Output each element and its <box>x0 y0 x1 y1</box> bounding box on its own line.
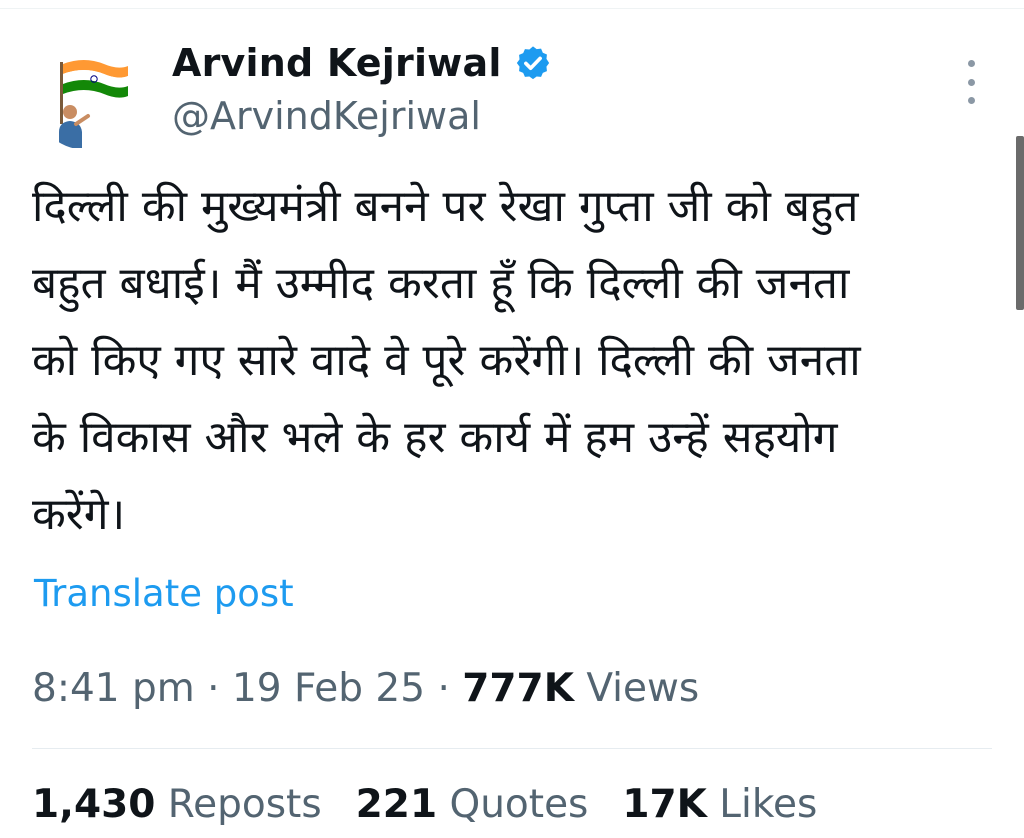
more-vertical-icon <box>967 60 975 67</box>
likes-label: Likes <box>719 782 818 827</box>
quotes-stat[interactable]: 221 Quotes <box>356 782 589 827</box>
verified-badge-icon[interactable] <box>514 44 552 82</box>
author-name-row: Arvind Kejriwal <box>172 38 552 88</box>
meta-separator: · <box>207 666 220 711</box>
post-text: दिल्ली की मुख्यमंत्री बनने पर रेखा गुप्त… <box>32 168 992 553</box>
author-display-name[interactable]: Arvind Kejriwal <box>172 41 502 85</box>
likes-count: 17K <box>622 782 707 827</box>
meta-separator: · <box>437 666 450 711</box>
more-vertical-icon-dot <box>967 97 975 104</box>
translate-post-link[interactable]: Translate post <box>34 572 294 615</box>
post-text-line: दिल्ली की मुख्यमंत्री बनने पर रेखा गुप्त… <box>32 181 859 232</box>
post-time[interactable]: 8:41 pm <box>32 666 195 711</box>
scrollbar[interactable] <box>1016 136 1024 310</box>
post-text-line: के विकास और भले के हर कार्य में हम उन्हे… <box>32 412 838 463</box>
post-date[interactable]: 19 Feb 25 <box>232 666 425 711</box>
author-handle[interactable]: @ArvindKejriwal <box>172 94 481 138</box>
post-text-line: करेंगे। <box>32 489 126 540</box>
likes-stat[interactable]: 17K Likes <box>622 782 817 827</box>
post-text-line: को किए गए सारे वादे वे पूरे करेंगी। दिल्… <box>32 335 861 386</box>
avatar-image <box>59 60 128 148</box>
quotes-count: 221 <box>355 782 438 827</box>
views-label: Views <box>586 666 700 711</box>
views-count: 777K <box>462 666 574 711</box>
stats-divider <box>32 748 992 749</box>
engagement-stats: 1,430 Reposts 221 Quotes 17K Likes <box>32 782 817 827</box>
top-divider <box>0 8 1024 9</box>
post-text-line: बहुत बधाई। मैं उम्मीद करता हूँ कि दिल्ली… <box>32 258 850 309</box>
more-vertical-icon-dot <box>967 78 975 86</box>
quotes-label: Quotes <box>449 782 589 827</box>
more-options-button[interactable] <box>956 60 986 104</box>
post-meta: 8:41 pm · 19 Feb 25 · 777K Views <box>32 666 699 711</box>
reposts-label: Reposts <box>167 782 322 827</box>
reposts-count: 1,430 <box>32 782 156 827</box>
reposts-stat[interactable]: 1,430 Reposts <box>32 782 322 827</box>
avatar[interactable] <box>32 40 142 150</box>
